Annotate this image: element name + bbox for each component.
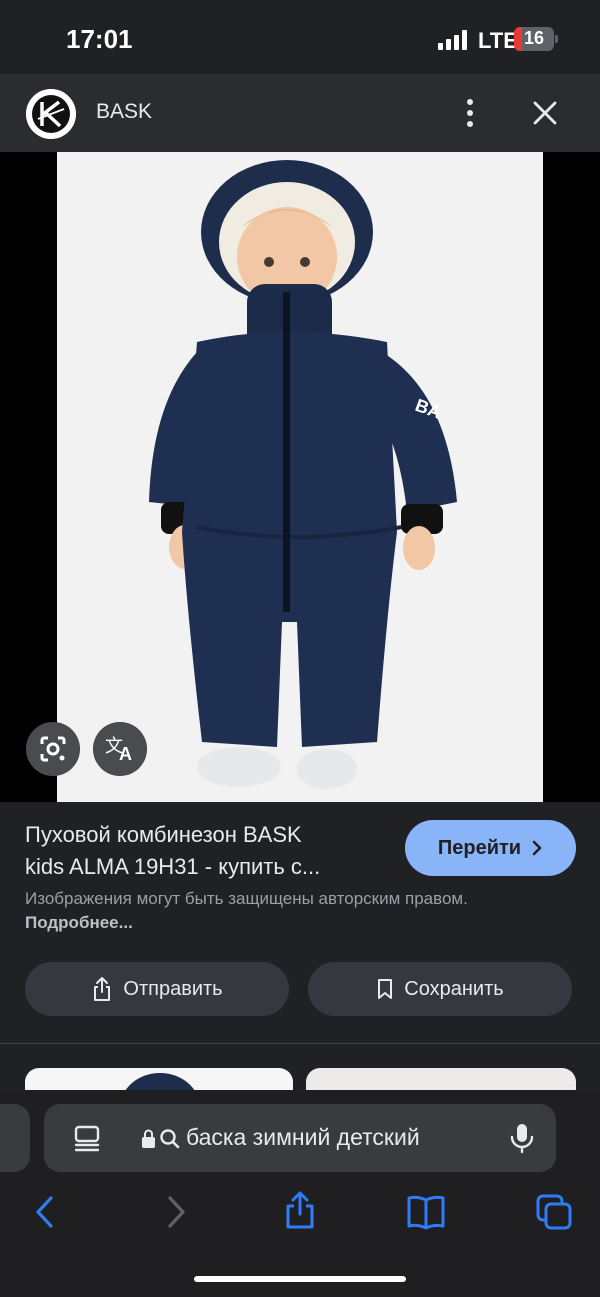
battery-tip [555,35,558,43]
google-lens-icon[interactable] [26,722,80,776]
go-button-label: Перейти [437,836,522,859]
chevron-right-icon [532,840,542,856]
divider [0,1043,600,1044]
go-to-site-button[interactable]: Перейти [405,820,576,876]
battery-level: 16 [523,28,545,48]
translate-icon[interactable]: 文 A [93,722,147,776]
result-header: BASK [0,74,600,152]
close-icon[interactable] [528,96,562,130]
share-page-icon[interactable] [280,1190,320,1230]
signal-icon [438,30,467,50]
more-info-link[interactable]: Подробнее... [25,913,133,932]
more-options-icon[interactable] [456,96,484,130]
reader-mode-icon[interactable] [68,1118,108,1158]
forward-icon[interactable] [156,1192,196,1232]
address-text: баска зимний детский [186,1124,420,1150]
tabs-icon[interactable] [534,1192,574,1232]
bask-logo-icon[interactable] [26,89,76,139]
status-bar: 17:01 LTE 16 [0,0,600,74]
save-label: Сохранить [404,977,504,1000]
result-title-line1: Пуховой комбинезон BASK [25,822,302,847]
copyright-notice: Изображения могут быть защищены авторски… [25,887,545,935]
snowsuit-illustration: BA [149,160,457,789]
image-viewer[interactable]: BA [0,152,600,802]
svg-text:A: A [119,744,132,764]
save-button[interactable]: Сохранить [308,962,572,1016]
copyright-text: Изображения могут быть защищены авторски… [25,889,468,908]
product-photo[interactable]: BA [57,152,543,802]
result-title[interactable]: Пуховой комбинезон BASK kids ALMA 19H31 … [25,819,385,883]
address-bar[interactable]: баска зимний детский [44,1104,556,1172]
network-type: LTE [478,28,518,53]
home-indicator [194,1276,406,1282]
share-label: Отправить [123,977,223,1000]
bookmark-icon [378,979,393,999]
site-name[interactable]: BASK [96,100,152,124]
result-title-line2: kids ALMA 19H31 - купить с... [25,854,321,879]
back-icon[interactable] [26,1192,66,1232]
previous-tab-preview[interactable] [0,1104,30,1172]
status-time: 17:01 [66,24,133,54]
battery-icon: 16 [514,27,554,51]
browser-toolbar: баска зимний детский [0,1090,600,1297]
bookmarks-icon[interactable] [406,1192,446,1232]
share-icon [94,977,111,1001]
share-button[interactable]: Отправить [25,962,289,1016]
microphone-icon[interactable] [502,1118,542,1158]
lock-search-icon [142,1129,180,1149]
